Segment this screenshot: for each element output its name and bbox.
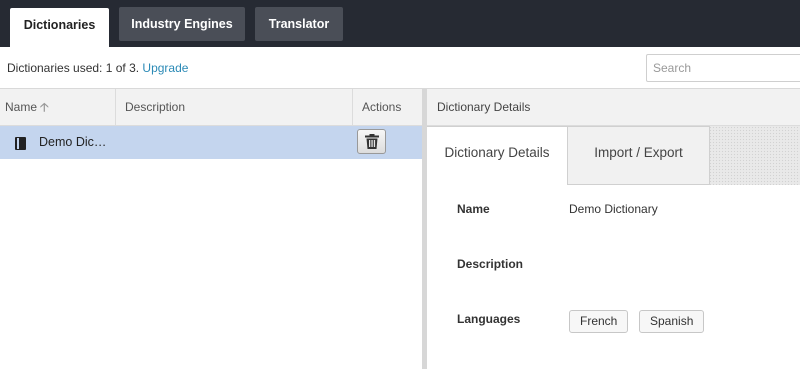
tab-industry-engines[interactable]: Industry Engines — [119, 7, 245, 41]
language-tag-french[interactable]: French — [569, 310, 629, 333]
language-tag-spanish[interactable]: Spanish — [639, 310, 705, 333]
dictionaries-table: Name 🡡 Description Actions Demo Dic… — [0, 89, 422, 369]
search-input[interactable] — [646, 54, 800, 82]
column-header-name-label: Name — [5, 100, 38, 114]
delete-button[interactable] — [357, 129, 386, 154]
dictionary-name-cell: Demo Dic… — [39, 135, 107, 149]
tab-import-export[interactable]: Import / Export — [567, 126, 710, 185]
description-label: Description — [457, 257, 524, 271]
column-header-description: Description — [115, 89, 352, 125]
name-label: Name — [457, 202, 490, 216]
book-icon — [15, 137, 26, 150]
column-header-actions: Actions — [352, 89, 422, 125]
arrow-up-icon: 🡡 — [40, 100, 49, 114]
table-header: Name 🡡 Description Actions — [0, 89, 422, 126]
column-header-name[interactable]: Name 🡡 — [0, 89, 115, 125]
usage-count-label: Dictionaries used: 1 of 3. — [7, 61, 143, 75]
trash-icon — [365, 134, 379, 149]
languages-label: Languages — [457, 312, 521, 326]
usage-text: Dictionaries used: 1 of 3. Upgrade — [7, 61, 188, 75]
upgrade-link[interactable]: Upgrade — [142, 61, 188, 75]
toolbar: Dictionaries used: 1 of 3. Upgrade — [0, 47, 800, 89]
tab-translator[interactable]: Translator — [255, 7, 343, 41]
table-row[interactable]: Demo Dic… — [0, 126, 422, 159]
details-tab-strip: Dictionary Details Import / Export — [427, 126, 800, 185]
dictionary-details-panel: Dictionary Details Dictionary Details Im… — [427, 89, 800, 369]
name-value: Demo Dictionary — [569, 202, 658, 216]
tab-dictionary-details[interactable]: Dictionary Details — [427, 126, 568, 185]
details-panel-header: Dictionary Details — [427, 89, 800, 126]
top-navigation-bar: Dictionaries Industry Engines Translator — [0, 0, 800, 47]
tab-dictionaries[interactable]: Dictionaries — [10, 8, 109, 47]
